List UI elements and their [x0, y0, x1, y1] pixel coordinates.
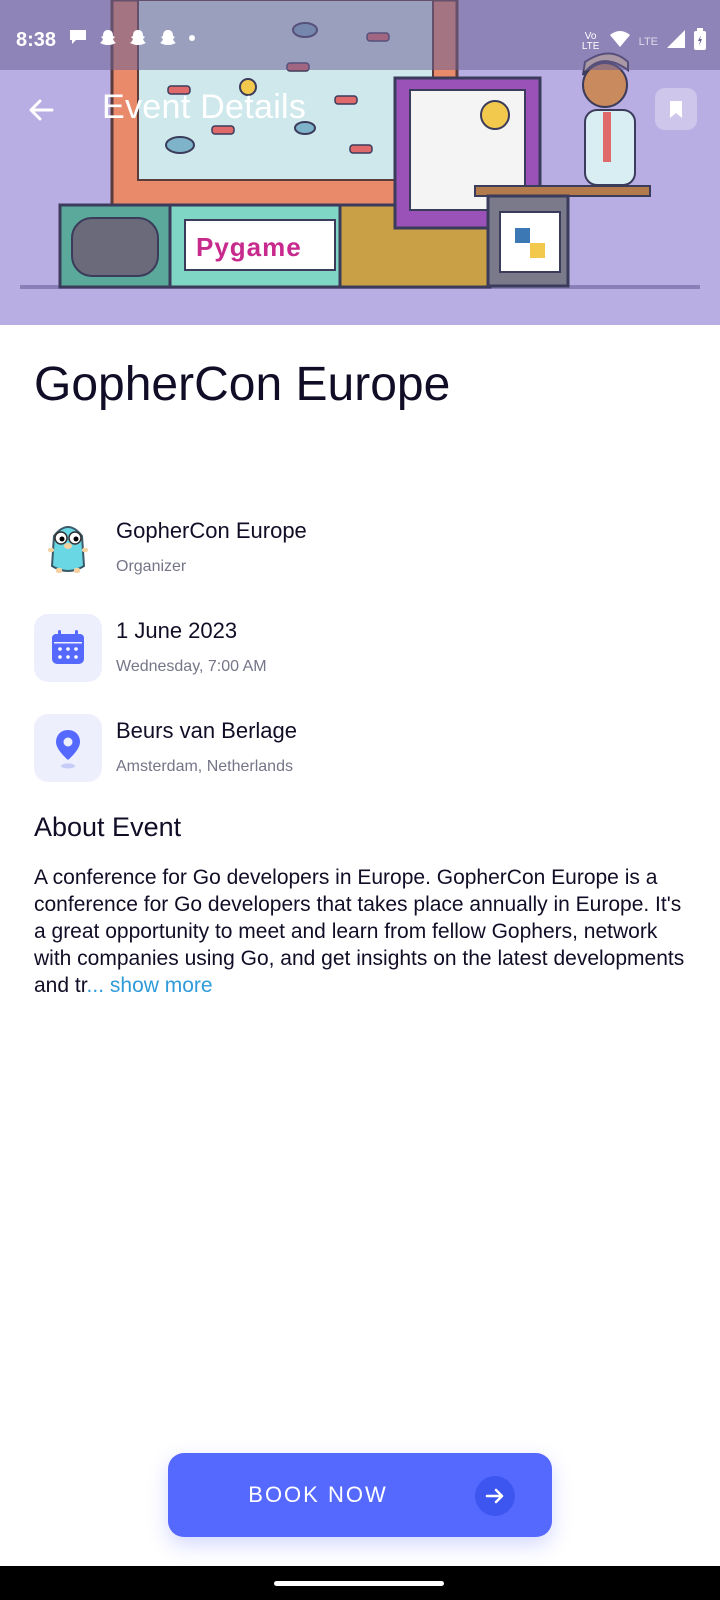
home-gesture-handle[interactable] — [274, 1581, 444, 1586]
calendar-icon-box — [34, 614, 102, 682]
dot-icon — [188, 28, 196, 53]
signal-icon — [666, 29, 686, 54]
system-navigation-bar — [0, 1566, 720, 1600]
back-button[interactable] — [22, 90, 62, 130]
venue-name: Beurs van Berlage — [116, 718, 297, 743]
pygame-banner-text: Pygame — [196, 232, 302, 262]
wifi-icon — [609, 30, 631, 53]
gopher-icon — [34, 514, 102, 582]
book-now-label: BOOK NOW — [248, 1482, 388, 1507]
chat-icon — [68, 28, 88, 53]
show-more-link[interactable]: ... show more — [87, 974, 213, 997]
bookmark-icon — [670, 101, 682, 118]
date-row: 1 June 2023 Wednesday, 7:00 AM — [34, 614, 674, 684]
about-heading: About Event — [34, 812, 182, 842]
organizer-role: Organizer — [116, 558, 187, 575]
location-pin-icon — [56, 730, 80, 769]
location-icon-box — [34, 714, 102, 782]
page-title: Event Details — [102, 88, 307, 126]
organizer-row[interactable]: GopherCon Europe Organizer — [34, 514, 674, 584]
event-day-time: Wednesday, 7:00 AM — [116, 658, 267, 675]
lte-icon: LTE — [638, 35, 658, 48]
about-description: A conference for Go developers in Europe… — [34, 864, 694, 999]
app-bar: Event Details — [0, 70, 720, 150]
arrow-left-icon — [29, 99, 54, 121]
notification-icons — [68, 28, 196, 53]
organizer-name: GopherCon Europe — [116, 518, 307, 543]
bookmark-button[interactable] — [655, 88, 697, 130]
system-icons: Vo LTE LTE — [581, 28, 706, 55]
status-bar: 8:38 Vo LTE LTE — [0, 0, 720, 70]
snapchat-icon — [98, 28, 118, 53]
arrow-right-icon — [475, 1476, 515, 1516]
event-title: GopherCon Europe — [34, 358, 451, 411]
calendar-icon — [52, 630, 84, 664]
location-row[interactable]: Beurs van Berlage Amsterdam, Netherlands — [34, 714, 674, 784]
status-time: 8:38 — [16, 29, 57, 51]
snapchat-icon — [158, 28, 178, 53]
volte-icon: Vo LTE — [581, 30, 600, 52]
battery-icon — [694, 28, 706, 55]
event-date: 1 June 2023 — [116, 618, 238, 643]
book-now-button[interactable]: BOOK NOW — [168, 1453, 552, 1537]
venue-city: Amsterdam, Netherlands — [116, 758, 293, 775]
snapchat-icon — [128, 28, 148, 53]
